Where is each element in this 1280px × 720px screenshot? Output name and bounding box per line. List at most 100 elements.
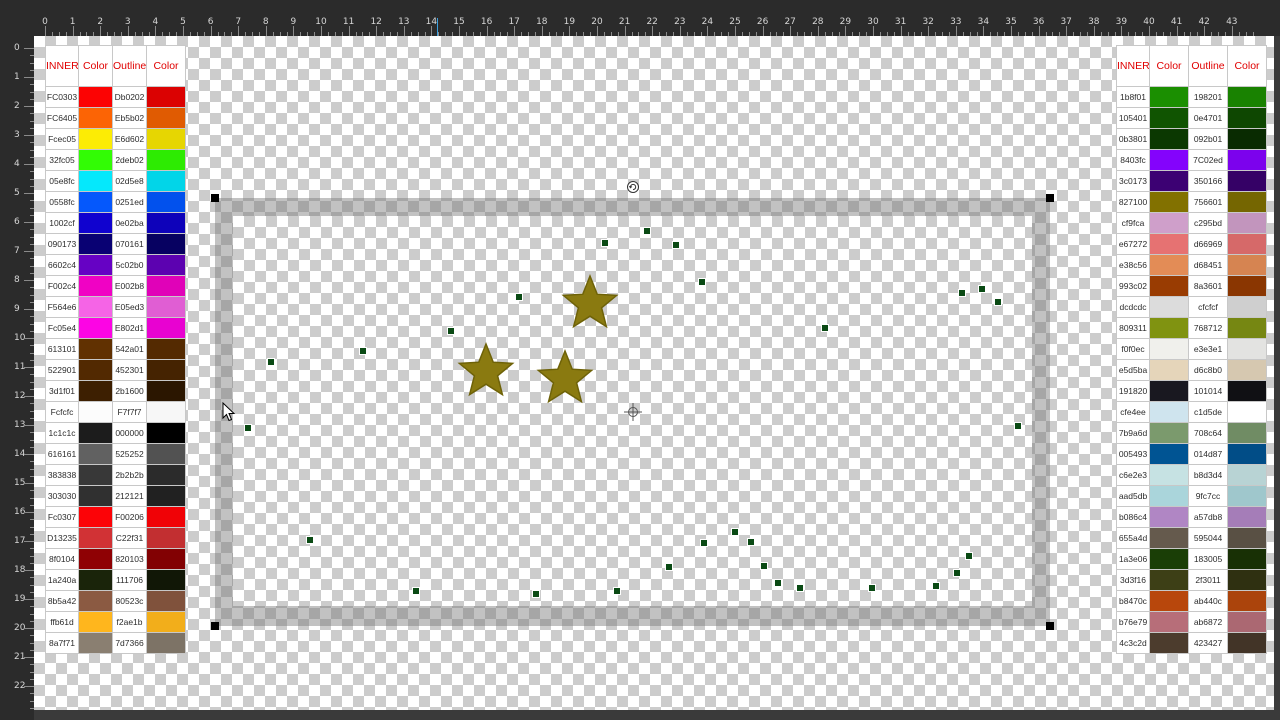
canvas-dot[interactable] (933, 583, 939, 589)
outline-color-swatch[interactable] (146, 443, 186, 465)
outline-color-swatch[interactable] (1227, 86, 1267, 108)
outline-color-swatch[interactable] (1227, 506, 1267, 528)
inner-color-swatch[interactable] (1149, 569, 1189, 591)
inner-color-swatch[interactable] (78, 380, 113, 402)
outline-color-swatch[interactable] (1227, 632, 1267, 654)
outline-color-swatch[interactable] (1227, 380, 1267, 402)
inner-color-swatch[interactable] (1149, 443, 1189, 465)
outline-color-swatch[interactable] (1227, 233, 1267, 255)
inner-color-swatch[interactable] (1149, 422, 1189, 444)
inner-color-swatch[interactable] (78, 590, 113, 612)
canvas-dot[interactable] (614, 588, 620, 594)
canvas-dot[interactable] (673, 242, 679, 248)
inner-color-swatch[interactable] (78, 548, 113, 570)
outline-color-swatch[interactable] (146, 464, 186, 486)
outline-color-swatch[interactable] (1227, 443, 1267, 465)
outline-color-swatch[interactable] (146, 569, 186, 591)
inner-color-swatch[interactable] (1149, 128, 1189, 150)
inner-color-swatch[interactable] (78, 128, 113, 150)
outline-color-swatch[interactable] (1227, 485, 1267, 507)
inner-color-swatch[interactable] (78, 191, 113, 213)
outline-color-swatch[interactable] (1227, 296, 1267, 318)
rotate-handle-icon[interactable] (627, 181, 639, 193)
outline-color-swatch[interactable] (1227, 275, 1267, 297)
outline-color-swatch[interactable] (146, 548, 186, 570)
canvas-dot[interactable] (959, 290, 965, 296)
outline-color-swatch[interactable] (146, 506, 186, 528)
star-shape[interactable] (455, 341, 517, 403)
outline-color-swatch[interactable] (1227, 611, 1267, 633)
inner-color-swatch[interactable] (78, 233, 113, 255)
outline-color-swatch[interactable] (146, 590, 186, 612)
inner-color-swatch[interactable] (78, 632, 113, 654)
outline-color-swatch[interactable] (1227, 149, 1267, 171)
inner-color-swatch[interactable] (78, 611, 113, 633)
outline-color-swatch[interactable] (1227, 590, 1267, 612)
outline-color-swatch[interactable] (1227, 107, 1267, 129)
resize-handle-top-left[interactable] (211, 194, 219, 202)
inner-color-swatch[interactable] (78, 359, 113, 381)
canvas-dot[interactable] (954, 570, 960, 576)
outline-color-swatch[interactable] (146, 317, 186, 339)
outline-color-swatch[interactable] (1227, 464, 1267, 486)
inner-color-swatch[interactable] (78, 212, 113, 234)
inner-color-swatch[interactable] (1149, 611, 1189, 633)
star-shape[interactable] (559, 273, 621, 335)
outline-color-swatch[interactable] (146, 401, 186, 423)
inner-color-swatch[interactable] (1149, 590, 1189, 612)
inner-color-swatch[interactable] (78, 401, 113, 423)
canvas-dot[interactable] (666, 564, 672, 570)
inner-color-swatch[interactable] (1149, 170, 1189, 192)
canvas-dot[interactable] (761, 563, 767, 569)
outline-color-swatch[interactable] (1227, 548, 1267, 570)
canvas-dot[interactable] (979, 286, 985, 292)
outline-color-swatch[interactable] (146, 254, 186, 276)
outline-color-swatch[interactable] (146, 128, 186, 150)
canvas-dot[interactable] (699, 279, 705, 285)
inner-color-swatch[interactable] (1149, 380, 1189, 402)
outline-color-swatch[interactable] (146, 611, 186, 633)
inner-color-swatch[interactable] (78, 86, 113, 108)
canvas-dot[interactable] (533, 591, 539, 597)
inner-color-swatch[interactable] (78, 296, 113, 318)
canvas-dot[interactable] (701, 540, 707, 546)
resize-handle-bottom-left[interactable] (211, 622, 219, 630)
outline-color-swatch[interactable] (146, 86, 186, 108)
inner-color-swatch[interactable] (1149, 338, 1189, 360)
outline-color-swatch[interactable] (1227, 359, 1267, 381)
inner-color-swatch[interactable] (1149, 506, 1189, 528)
canvas-dot[interactable] (307, 537, 313, 543)
canvas-dot[interactable] (602, 240, 608, 246)
outline-color-swatch[interactable] (1227, 191, 1267, 213)
outline-color-swatch[interactable] (146, 191, 186, 213)
canvas-dot[interactable] (644, 228, 650, 234)
inner-color-swatch[interactable] (1149, 464, 1189, 486)
outline-color-swatch[interactable] (146, 149, 186, 171)
canvas-dot[interactable] (822, 325, 828, 331)
canvas-dot[interactable] (966, 553, 972, 559)
canvas-dot[interactable] (516, 294, 522, 300)
outline-color-swatch[interactable] (146, 275, 186, 297)
horizontal-scrollbar[interactable] (34, 710, 1274, 720)
inner-color-swatch[interactable] (1149, 485, 1189, 507)
inner-color-swatch[interactable] (1149, 107, 1189, 129)
resize-handle-bottom-right[interactable] (1046, 622, 1054, 630)
inner-color-swatch[interactable] (1149, 86, 1189, 108)
inner-color-swatch[interactable] (78, 107, 113, 129)
canvas-dot[interactable] (732, 529, 738, 535)
canvas-dot[interactable] (775, 580, 781, 586)
inner-color-swatch[interactable] (1149, 401, 1189, 423)
inner-color-swatch[interactable] (1149, 632, 1189, 654)
outline-color-swatch[interactable] (146, 296, 186, 318)
outline-color-swatch[interactable] (1227, 422, 1267, 444)
outline-color-swatch[interactable] (146, 422, 186, 444)
inner-color-swatch[interactable] (78, 317, 113, 339)
inner-color-swatch[interactable] (78, 170, 113, 192)
canvas-dot[interactable] (245, 425, 251, 431)
canvas-dot[interactable] (995, 299, 1001, 305)
ruler-left[interactable]: 0 1 2 3 4 5 6 7 8 9 10 11 12 13 14 15 16 17 18 19 20 21 22 (0, 36, 34, 720)
canvas-dot[interactable] (360, 348, 366, 354)
outline-color-swatch[interactable] (146, 359, 186, 381)
inner-color-swatch[interactable] (1149, 254, 1189, 276)
inner-color-swatch[interactable] (78, 527, 113, 549)
